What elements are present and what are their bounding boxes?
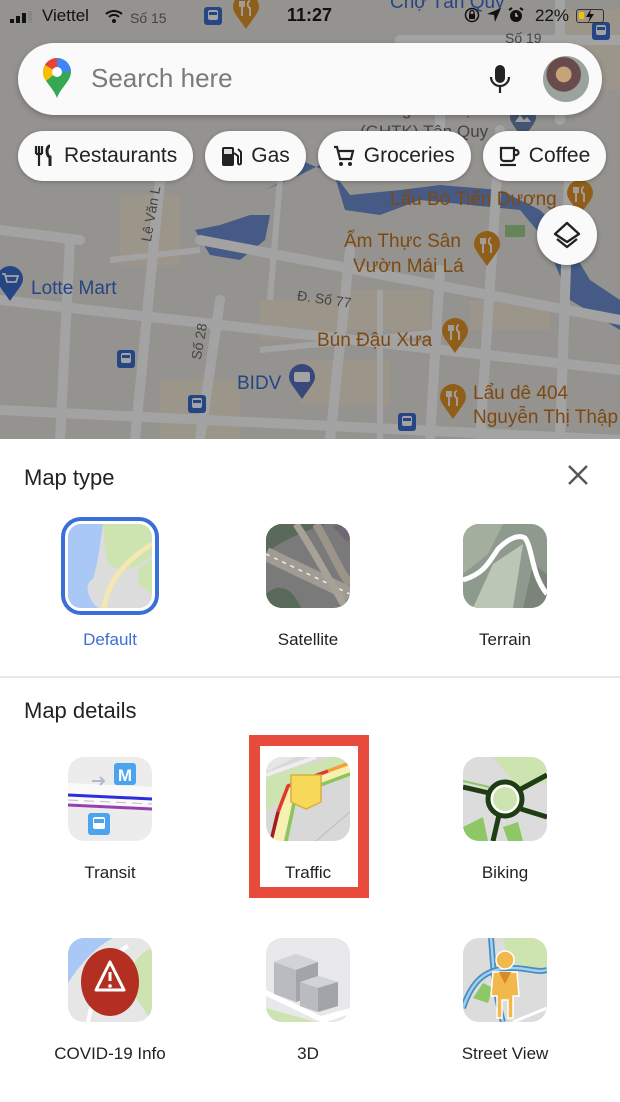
map-type-satellite[interactable]: Satellite	[228, 524, 388, 650]
fork-knife-icon	[34, 144, 52, 166]
bus-stop-icon[interactable]	[188, 395, 206, 413]
map-label-lau-bo[interactable]: Lẩu Bò Tiến Dương	[390, 189, 557, 212]
covid-thumbnail	[68, 938, 152, 1022]
chip-groceries[interactable]: Groceries	[317, 131, 471, 181]
wifi-icon	[105, 10, 123, 23]
map-label-bidv[interactable]: BIDV	[237, 373, 281, 396]
detail-biking[interactable]: Biking	[425, 757, 585, 883]
map-view[interactable]: Chợ Tân Quy Số 15 Số 19 Giao Hàng Tiết K…	[0, 0, 620, 440]
map-label-lau-de-2[interactable]: Nguyễn Thị Thập	[473, 407, 618, 430]
map-label-bun-dau[interactable]: Bún Đậu Xưa	[317, 330, 432, 353]
svg-text:M: M	[118, 766, 132, 785]
detail-label: COVID-19 Info	[54, 1044, 166, 1063]
microphone-icon[interactable]	[488, 63, 512, 95]
google-maps-logo	[42, 58, 71, 98]
chip-restaurants[interactable]: Restaurants	[18, 131, 194, 181]
location-arrow-icon	[487, 8, 501, 22]
orientation-lock-icon	[464, 7, 480, 23]
chip-label: Restaurants	[64, 144, 178, 167]
chip-label: Groceries	[363, 144, 455, 167]
bus-stop-icon[interactable]	[117, 350, 135, 368]
map-type-terrain[interactable]: Terrain	[425, 524, 585, 650]
map-details-title: Map details	[24, 698, 137, 723]
bank-pin-icon[interactable]	[288, 364, 316, 400]
alarm-icon	[508, 7, 524, 22]
category-chips: Restaurants Gas Groceries Coffee	[18, 131, 607, 181]
section-divider	[0, 676, 620, 678]
detail-street-view[interactable]: Street View	[425, 938, 585, 1064]
chip-gas[interactable]: Gas	[205, 131, 306, 181]
map-type-label: Default	[83, 630, 137, 649]
map-type-label: Satellite	[277, 630, 339, 649]
search-bar[interactable]: Search here	[18, 43, 602, 115]
chip-label: Gas	[251, 144, 290, 167]
layers-icon	[553, 221, 581, 249]
gas-pump-icon	[222, 147, 243, 166]
coffee-cup-icon	[499, 146, 520, 167]
carrier-name: Viettel	[42, 6, 89, 25]
map-type-default[interactable]: Default	[30, 517, 190, 650]
avatar[interactable]	[543, 56, 589, 102]
battery-charging-icon	[576, 9, 604, 23]
satellite-map-thumbnail	[266, 524, 350, 608]
status-bar: Viettel 11:27 22%	[0, 0, 620, 34]
detail-transit[interactable]: M Transit	[30, 757, 190, 883]
close-button[interactable]	[562, 459, 594, 491]
detail-label: Traffic	[284, 863, 332, 882]
chip-coffee[interactable]: Coffee	[482, 131, 607, 181]
3d-thumbnail	[266, 938, 350, 1022]
detail-label: Transit	[84, 863, 136, 882]
map-label-am-thuc-2[interactable]: Vườn Mái Lá	[353, 256, 464, 279]
detail-covid-info[interactable]: COVID-19 Info	[30, 938, 190, 1064]
terrain-map-thumbnail	[463, 524, 547, 608]
layers-sheet: Map type Default Satellite Terrain Map d…	[0, 439, 620, 1102]
search-input[interactable]: Search here	[91, 63, 233, 94]
map-label-lau-de[interactable]: Lẩu dê 404	[473, 383, 568, 406]
default-map-thumbnail	[68, 524, 152, 608]
bus-stop-icon[interactable]	[398, 413, 416, 431]
layers-button[interactable]	[537, 205, 597, 265]
map-label-lotte-mart[interactable]: Lotte Mart	[31, 278, 117, 301]
transit-thumbnail: M	[68, 757, 152, 841]
restaurant-pin-icon[interactable]	[439, 384, 467, 420]
restaurant-pin-icon[interactable]	[441, 318, 469, 354]
map-label-am-thuc[interactable]: Ẩm Thực Sân	[344, 231, 461, 254]
detail-label: Biking	[481, 863, 529, 882]
detail-label: Street View	[461, 1044, 549, 1063]
detail-label: 3D	[297, 1044, 319, 1063]
traffic-thumbnail	[266, 757, 350, 841]
detail-traffic[interactable]: Traffic	[228, 757, 388, 883]
map-type-label: Terrain	[479, 630, 531, 649]
clock: 11:27	[287, 5, 333, 25]
biking-thumbnail	[463, 757, 547, 841]
close-icon	[568, 465, 588, 485]
chip-label: Coffee	[528, 144, 591, 167]
restaurant-pin-icon[interactable]	[473, 231, 501, 267]
detail-3d[interactable]: 3D	[228, 938, 388, 1064]
street-view-thumbnail	[463, 938, 547, 1022]
signal-icon	[10, 11, 32, 23]
shopping-pin-icon[interactable]	[0, 266, 24, 302]
map-type-title: Map type	[24, 465, 115, 490]
cart-icon	[333, 145, 355, 166]
battery-percent: 22%	[535, 6, 570, 25]
